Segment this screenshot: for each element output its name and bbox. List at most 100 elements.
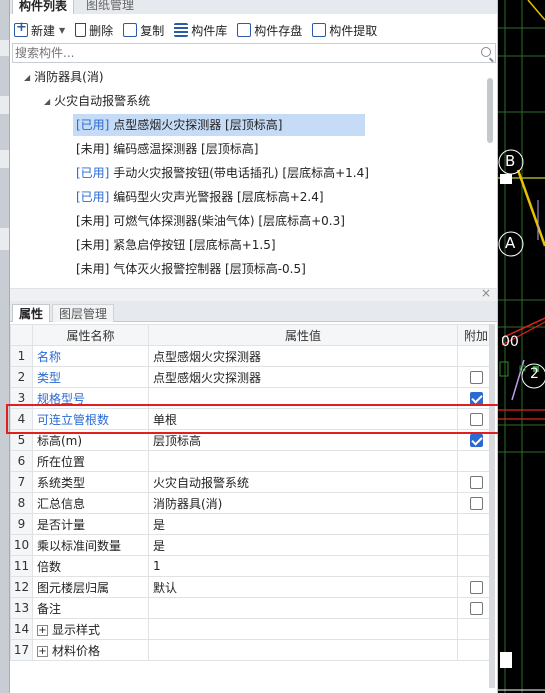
- extra-checkbox[interactable]: [469, 497, 483, 510]
- properties-table: 属性名称 属性值 附加 1 名称 点型感烟火灾探测器 2 类型 点型感烟火灾探测器 3 规格型…: [10, 324, 495, 661]
- row-index: 10: [10, 534, 33, 556]
- table-row[interactable]: 9 是否计量是: [10, 513, 495, 535]
- search-box: [12, 43, 496, 63]
- new-icon: [14, 20, 28, 37]
- extract-icon: [312, 23, 327, 37]
- tree-scrollbar[interactable]: [487, 78, 493, 143]
- expand-icon[interactable]: +: [37, 624, 48, 636]
- property-name: 备注: [32, 597, 149, 619]
- table-row[interactable]: 17 + 材料价格: [10, 639, 495, 661]
- property-value[interactable]: [148, 597, 458, 619]
- component-tabs: 构件列表 图纸管理: [10, 0, 497, 14]
- trash-icon: [75, 23, 87, 37]
- property-value[interactable]: 消防器具(消): [148, 492, 458, 514]
- table-row[interactable]: 2 类型 点型感烟火灾探测器: [10, 366, 495, 388]
- table-row[interactable]: 14 + 显示样式: [10, 618, 495, 640]
- component-tree: ◢ 消防器具(消) ◢ 火灾自动报警系统 [已用] 点型感烟火灾探测器 [层顶标高]…: [10, 66, 488, 282]
- extra-checkbox[interactable]: [469, 392, 483, 405]
- table-row[interactable]: 8 汇总信息 消防器具(消): [10, 492, 495, 514]
- component-list-panel: 构件列表 图纸管理 新建 ▼ 删除 复制 构件库 构件存盘 构件提取: [10, 0, 498, 288]
- tree-item[interactable]: [未用] 气体灭火报警控制器 [层顶标高-0.5]: [10, 258, 488, 282]
- property-name: + 显示样式: [32, 618, 149, 640]
- table-row[interactable]: 6 所在位置: [10, 450, 495, 472]
- property-value[interactable]: 是: [148, 534, 458, 556]
- property-value[interactable]: 点型感烟火灾探测器: [148, 366, 458, 388]
- property-value[interactable]: [148, 387, 458, 409]
- property-name: 系统类型: [32, 471, 149, 493]
- property-name: 是否计量: [32, 513, 149, 535]
- table-row[interactable]: 12 图元楼层归属 默认: [10, 576, 495, 598]
- search-icon[interactable]: [481, 47, 491, 57]
- property-value[interactable]: [148, 450, 458, 472]
- table-row[interactable]: 3 规格型号: [10, 387, 495, 409]
- close-icon[interactable]: ×: [481, 286, 491, 300]
- copy-button[interactable]: 复制: [123, 22, 164, 39]
- property-value[interactable]: 默认: [148, 576, 458, 598]
- tree-node-root[interactable]: ◢ 消防器具(消): [10, 66, 488, 90]
- property-value[interactable]: 1: [148, 555, 458, 577]
- tree-item[interactable]: [已用] 编码型火灾声光警报器 [层底标高+2.4]: [10, 186, 488, 210]
- component-store-button[interactable]: 构件存盘: [237, 22, 302, 39]
- tree-item[interactable]: [未用] 编码感温探测器 [层顶标高]: [10, 138, 488, 162]
- new-button[interactable]: 新建 ▼: [14, 20, 65, 39]
- tree-item[interactable]: [未用] 可燃气体探测器(柴油气体) [层底标高+0.3]: [10, 210, 488, 234]
- row-index: 8: [10, 492, 33, 514]
- table-row[interactable]: 1 名称 点型感烟火灾探测器: [10, 345, 495, 367]
- tree-item[interactable]: [已用] 点型感烟火灾探测器 [层顶标高]: [10, 114, 488, 138]
- tab-layer-management[interactable]: 图层管理: [52, 304, 115, 322]
- row-index: 14: [10, 618, 33, 640]
- row-index: 9: [10, 513, 33, 535]
- tab-drawing-management[interactable]: 图纸管理: [80, 0, 140, 14]
- property-name: 可连立管根数: [32, 408, 149, 430]
- tab-component-list[interactable]: 构件列表: [12, 0, 75, 14]
- component-library-button[interactable]: 构件库: [174, 22, 227, 39]
- expand-icon[interactable]: +: [37, 645, 48, 657]
- table-row[interactable]: 7 系统类型 火灾自动报警系统: [10, 471, 495, 493]
- table-row[interactable]: 13 备注: [10, 597, 495, 619]
- property-value[interactable]: 单根: [148, 408, 458, 430]
- properties-scrollbar[interactable]: [489, 324, 495, 688]
- extra-checkbox[interactable]: [469, 581, 483, 594]
- row-index: 2: [10, 366, 33, 388]
- property-value[interactable]: 层顶标高: [148, 429, 458, 451]
- cad-text-00: 00: [501, 334, 519, 350]
- extra-checkbox[interactable]: [469, 476, 483, 489]
- copy-icon: [123, 23, 138, 37]
- properties-panel: × 属性 图层管理 属性名称 属性值 附加 1 名称 点型感烟火灾探测器 2 类型 点型感…: [10, 286, 498, 693]
- column-header-name: 属性名称: [32, 324, 149, 346]
- delete-button[interactable]: 删除: [75, 22, 113, 39]
- row-index: 6: [10, 450, 33, 472]
- cad-drawing-view[interactable]: B A 00 2: [498, 0, 545, 693]
- component-extract-button[interactable]: 构件提取: [312, 22, 377, 39]
- axis-label-b: B: [505, 152, 516, 170]
- extra-checkbox[interactable]: [469, 602, 483, 615]
- collapse-triangle-icon[interactable]: ◢: [44, 97, 50, 106]
- property-value[interactable]: [148, 639, 458, 661]
- row-index: 13: [10, 597, 33, 619]
- tree-item[interactable]: [已用] 手动火灾报警按钮(带电话插孔) [层底标高+1.4]: [10, 162, 488, 186]
- property-value[interactable]: 是: [148, 513, 458, 535]
- extra-checkbox[interactable]: [469, 413, 483, 426]
- table-row[interactable]: 5 标高(m) 层顶标高: [10, 429, 495, 451]
- table-row[interactable]: 11 倍数 1: [10, 555, 495, 577]
- table-row[interactable]: 4 可连立管根数 单根: [10, 408, 495, 430]
- column-header-value: 属性值: [148, 324, 458, 346]
- property-name: 类型: [32, 366, 149, 388]
- extra-checkbox[interactable]: [469, 371, 483, 384]
- left-edge-strip: [0, 0, 10, 693]
- property-value[interactable]: [148, 618, 458, 640]
- collapse-triangle-icon[interactable]: ◢: [24, 73, 30, 82]
- search-input[interactable]: [13, 44, 453, 62]
- table-row[interactable]: 10 乘以标准间数量是: [10, 534, 495, 556]
- row-index: 1: [10, 345, 33, 367]
- property-value[interactable]: 点型感烟火灾探测器: [148, 345, 458, 367]
- tab-properties[interactable]: 属性: [12, 304, 51, 322]
- tree-node-group[interactable]: ◢ 火灾自动报警系统: [10, 90, 488, 114]
- property-name: + 材料价格: [32, 639, 149, 661]
- property-value[interactable]: 火灾自动报警系统: [148, 471, 458, 493]
- chevron-down-icon[interactable]: ▼: [59, 26, 65, 35]
- tree-item[interactable]: [未用] 紧急启停按钮 [层底标高+1.5]: [10, 234, 488, 258]
- property-name: 乘以标准间数量: [32, 534, 149, 556]
- row-index: 17: [10, 639, 33, 661]
- extra-checkbox[interactable]: [469, 434, 483, 447]
